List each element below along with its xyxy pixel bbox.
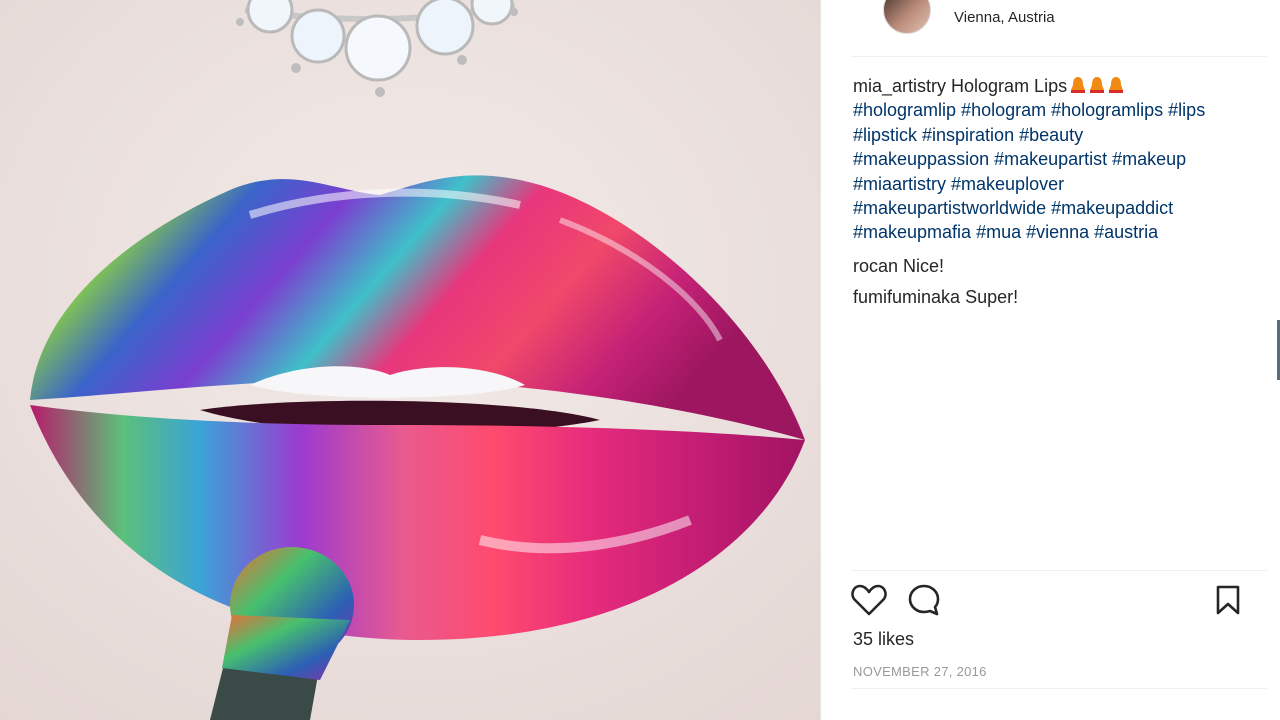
comment-text: Nice! (903, 256, 945, 276)
comment-username[interactable]: fumifuminaka (853, 287, 960, 307)
comment-icon[interactable] (907, 583, 941, 617)
caption-username[interactable]: mia_artistry (853, 76, 946, 96)
location-link[interactable]: Vienna, Austria (954, 9, 1055, 26)
hashtag-line[interactable]: #makeupartistworldwide #makeupaddict (853, 196, 1243, 220)
hashtags: #hologramlip #hologram #hologramlips #li… (853, 98, 1243, 244)
comment: fumifuminaka Super! (853, 287, 1018, 308)
hashtag-line[interactable]: #makeupmafia #mua #vienna #austria (853, 220, 1243, 244)
post-caption: mia_artistry Hologram Lips #hologramlip … (853, 74, 1243, 245)
hashtag-line[interactable]: #makeuppassion #makeupartist #makeup (853, 147, 1243, 171)
likes-count[interactable]: 35 likes (853, 629, 914, 650)
bell-icon (1071, 77, 1086, 93)
hashtag-line[interactable]: #lipstick #inspiration #beauty (853, 123, 1243, 147)
post-date[interactable]: NOVEMBER 27, 2016 (853, 664, 987, 679)
comment-text: Super! (965, 287, 1019, 307)
action-bar (851, 570, 1267, 571)
bell-icon (1090, 77, 1105, 93)
caption-first-line: mia_artistry Hologram Lips (853, 74, 1243, 98)
divider (851, 688, 1267, 689)
comment: rocan Nice! (853, 256, 944, 277)
bookmark-icon[interactable] (1215, 584, 1241, 616)
comment-username[interactable]: rocan (853, 256, 898, 276)
avatar[interactable] (883, 0, 931, 34)
post-header: Vienna, Austria (851, 0, 1267, 57)
post-photo[interactable] (0, 0, 820, 720)
lips-photo-illustration (0, 0, 820, 720)
hashtag-line[interactable]: #miaartistry #makeuplover (853, 172, 1243, 196)
hashtag-line[interactable]: #hologramlip #hologram #hologramlips #li… (853, 98, 1243, 122)
bell-icon (1109, 77, 1124, 93)
post-details-panel: Vienna, Austria mia_artistry Hologram Li… (820, 0, 1280, 720)
heart-icon[interactable] (851, 583, 887, 617)
caption-title: Hologram Lips (951, 76, 1068, 96)
